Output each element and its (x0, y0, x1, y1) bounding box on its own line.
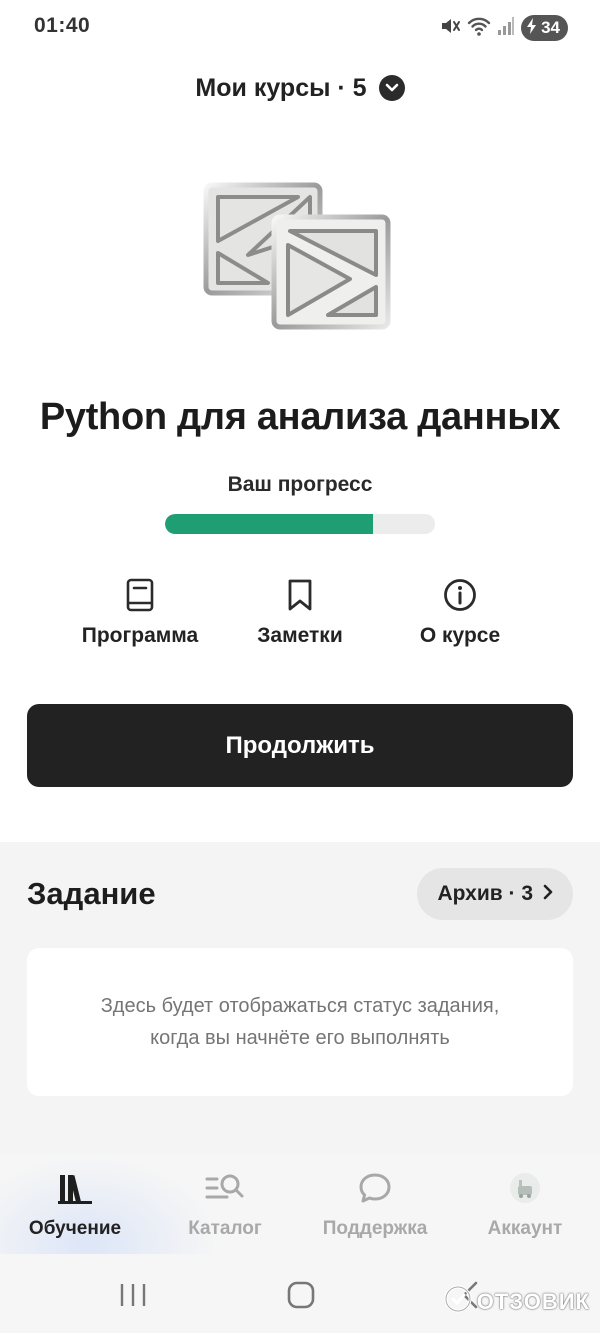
battery-level: 34 (541, 18, 560, 37)
chat-bubble-icon (358, 1168, 392, 1208)
status-time: 01:40 (34, 14, 91, 37)
task-title: Задание (27, 876, 156, 911)
course-title: Python для анализа данных (39, 396, 561, 438)
books-icon (58, 1168, 92, 1208)
mute-icon (439, 15, 461, 42)
tab-catalog-label: Каталог (188, 1218, 262, 1239)
status-bar: 01:40 34 (0, 0, 600, 56)
bookmark-icon (287, 574, 313, 616)
program-button[interactable]: Программа (60, 574, 220, 654)
info-icon (443, 574, 477, 616)
task-section: Задание Архив · 3 Здесь будет отображать… (0, 842, 600, 1154)
about-course-label: О курсе (419, 624, 501, 647)
tab-learning-label: Обучение (28, 1218, 122, 1239)
tab-account[interactable]: Аккаунт (450, 1168, 600, 1248)
watermark-text: ОТЗОВИК (476, 1289, 590, 1314)
home-icon (287, 1281, 315, 1309)
task-status-card: Здесь будет отображаться статус задания,… (27, 948, 573, 1096)
notes-button[interactable]: Заметки (220, 574, 380, 654)
watermark-logo-icon (443, 1284, 473, 1320)
catalog-search-icon (205, 1168, 245, 1208)
tab-learning[interactable]: Обучение (0, 1168, 150, 1248)
status-icons: 34 (439, 14, 568, 42)
tab-support[interactable]: Поддержка (300, 1168, 450, 1248)
tab-account-label: Аккаунт (487, 1218, 563, 1239)
wifi-icon (467, 15, 491, 42)
about-course-button[interactable]: О курсе (380, 574, 540, 654)
archive-label: Архив · 3 (437, 882, 533, 905)
avatar-icon (508, 1168, 542, 1208)
progress-bar-fill (165, 514, 373, 534)
chevron-right-icon (543, 882, 553, 906)
archive-button[interactable]: Архив · 3 (417, 868, 573, 920)
my-courses-selector[interactable]: Мои курсы · 5 (0, 68, 600, 108)
progress-label: Ваш прогресс (227, 473, 373, 496)
continue-button[interactable]: Продолжить (27, 704, 573, 787)
course-actions: Программа Заметки О курсе (0, 574, 600, 654)
program-label: Программа (81, 624, 199, 647)
tab-support-label: Поддержка (322, 1218, 428, 1239)
bottom-tab-bar: Обучение Каталог Поддержка Аккаунт (0, 1154, 600, 1254)
notes-label: Заметки (257, 624, 343, 647)
watermark: ОТЗОВИК (443, 1284, 590, 1320)
home-button[interactable] (286, 1278, 316, 1312)
charging-bolt-icon (525, 17, 539, 40)
battery-indicator: 34 (521, 15, 568, 41)
tab-catalog[interactable]: Каталог (150, 1168, 300, 1248)
chevron-down-icon (378, 75, 405, 101)
progress-bar (165, 514, 435, 534)
task-empty-text: Здесь будет отображаться статус задания,… (100, 995, 500, 1049)
my-courses-title: Мои курсы · 5 (195, 73, 367, 102)
recent-apps-button[interactable] (118, 1278, 148, 1312)
signal-icon (497, 16, 515, 41)
book-icon (125, 574, 155, 616)
course-logo (198, 175, 398, 337)
recent-apps-icon (120, 1284, 146, 1306)
